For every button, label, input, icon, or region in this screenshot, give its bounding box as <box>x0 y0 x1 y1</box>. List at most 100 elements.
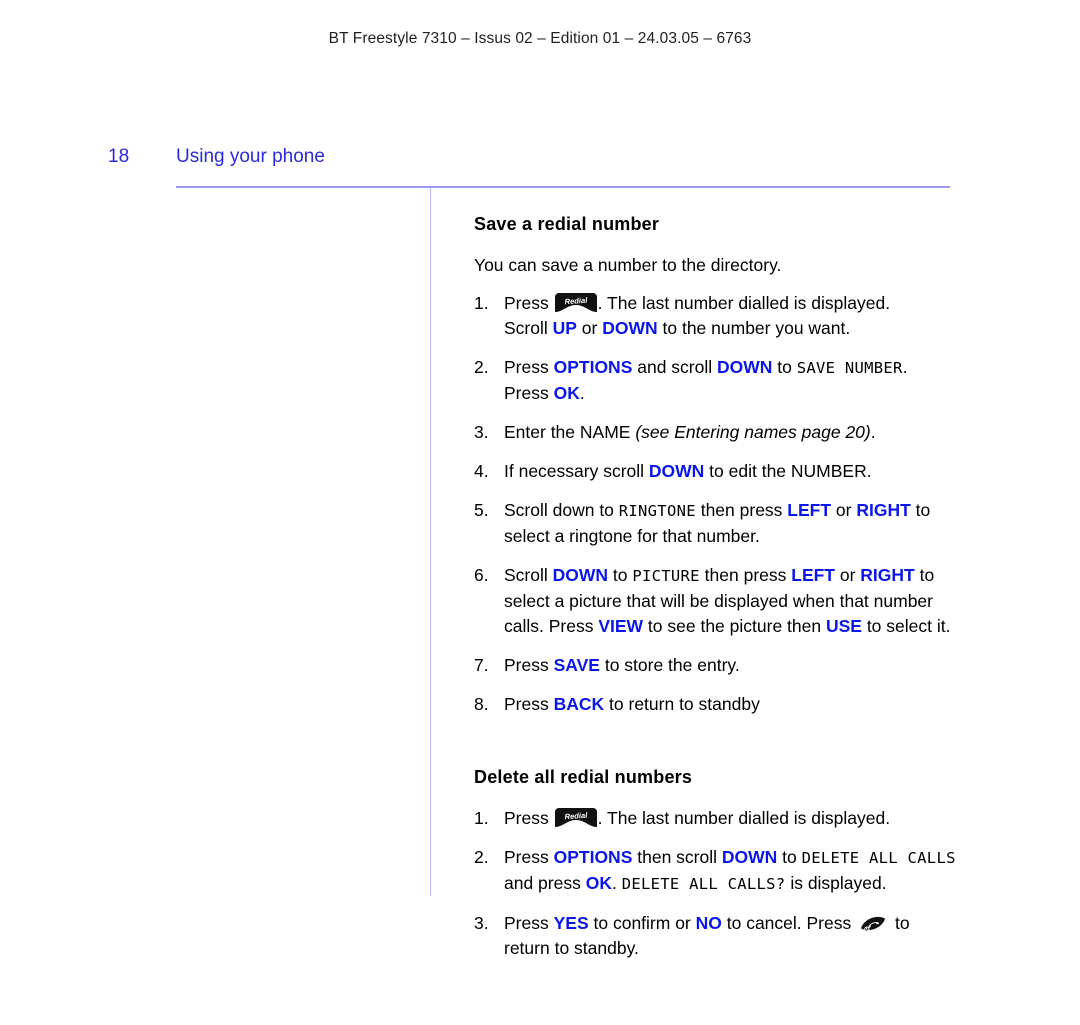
key-name: VIEW <box>598 616 644 636</box>
step-list: 1. Press Redial . The last number dialled … <box>474 291 974 717</box>
page-title-row: 18 Using your phone <box>0 146 1080 174</box>
step-text: or <box>831 500 857 520</box>
step-text: . The last number dialled is displayed. <box>597 808 891 828</box>
step-text: . <box>902 357 908 377</box>
step-text: . <box>579 383 585 403</box>
step-number: 8. <box>474 694 489 714</box>
key-name: UP <box>552 318 577 338</box>
section-title: Using your phone <box>176 146 325 167</box>
step-text: to <box>890 913 910 933</box>
key-name: DOWN <box>721 847 778 867</box>
step-number: 5. <box>474 500 489 520</box>
display-text: DELETE ALL CALLS <box>801 849 956 867</box>
display-text: DELETE ALL CALLS? <box>621 875 786 893</box>
step-text: Press <box>504 655 554 675</box>
step-text: Press <box>504 808 554 828</box>
key-name: RIGHT <box>860 565 915 585</box>
step-number: 4. <box>474 461 489 481</box>
running-head: BT Freestyle 7310 – Issus 02 – Edition 0… <box>328 30 752 47</box>
display-text: SAVE NUMBER <box>796 359 903 377</box>
step-text: Enter the NAME <box>504 422 636 442</box>
key-name: DOWN <box>602 318 658 338</box>
step-item: 6. Scroll DOWN to PICTURE then press LEFT… <box>474 563 974 639</box>
step-item: 4. If necessary scroll DOWN to edit the N… <box>474 459 974 484</box>
step-number: 7. <box>474 655 489 675</box>
step-text: to see the picture then <box>643 616 826 636</box>
step-text: to edit the NUMBER. <box>704 461 872 481</box>
step-item: 8. Press BACK to return to standby <box>474 692 974 717</box>
step-text: return to standby. <box>504 938 639 958</box>
key-name: OK <box>585 873 612 893</box>
header-divider <box>176 186 950 188</box>
step-text: to the number you want. <box>657 318 851 338</box>
display-text: PICTURE <box>632 567 700 585</box>
step-number: 2. <box>474 847 489 867</box>
step-item: 1. Press Redial . The last number dialled … <box>474 291 974 341</box>
column-divider <box>430 188 431 896</box>
step-item: 5. Scroll down to RINGTONE then press LEF… <box>474 498 974 549</box>
step-text: Press <box>504 847 554 867</box>
step-number: 2. <box>474 357 489 377</box>
key-name: OPTIONS <box>553 847 633 867</box>
step-number: 3. <box>474 422 489 442</box>
step-text: and scroll <box>632 357 717 377</box>
section-intro: You can save a number to the directory. <box>474 255 782 275</box>
step-text: is displayed. <box>785 873 887 893</box>
step-number: 6. <box>474 565 489 585</box>
step-text: Scroll <box>504 318 553 338</box>
key-name: USE <box>825 616 862 636</box>
key-name: YES <box>553 913 589 933</box>
step-text: or <box>576 318 603 338</box>
step-number: 3. <box>474 913 489 933</box>
step-text: select a picture that will be displayed … <box>504 591 933 611</box>
key-name: BACK <box>553 694 605 714</box>
step-text: to <box>772 357 797 377</box>
step-text: calls. Press <box>504 616 599 636</box>
key-name: OPTIONS <box>553 357 633 377</box>
svg-text:Redial: Redial <box>564 296 588 307</box>
step-text: to store the entry. <box>599 655 740 675</box>
step-text: to select it. <box>861 616 951 636</box>
step-number: 1. <box>474 293 489 313</box>
step-text: to <box>777 847 802 867</box>
step-list: 1. Press Redial . The last number dialled … <box>474 806 974 961</box>
step-text: then press <box>695 500 788 520</box>
step-text: to <box>910 500 931 520</box>
key-name: DOWN <box>648 461 705 481</box>
page-number: 18 <box>108 146 130 167</box>
step-text: then scroll <box>632 847 722 867</box>
key-name: RIGHT <box>856 500 911 520</box>
step-text: or <box>835 565 861 585</box>
step-text: . <box>870 422 876 442</box>
step-text: to cancel. Press <box>721 913 857 933</box>
key-name: OK <box>553 383 580 403</box>
cross-reference: (see Entering names page 20) <box>635 422 871 442</box>
key-name: SAVE <box>553 655 600 675</box>
step-text: to <box>608 565 633 585</box>
section-heading: Save a redial number <box>474 214 660 234</box>
redial-key-icon: Redial <box>554 293 597 312</box>
step-text: Press <box>504 383 554 403</box>
end-call-key-icon <box>858 913 888 934</box>
step-item: 3. Press YES to confirm or NO to cancel. … <box>474 911 974 961</box>
step-text: Press <box>504 913 554 933</box>
step-item: 2. Press OPTIONS and scroll DOWN to SAVE … <box>474 355 974 406</box>
step-text: . <box>611 873 622 893</box>
step-item: 2. Press OPTIONS then scroll DOWN to DELE… <box>474 845 974 897</box>
step-text: Press <box>504 357 554 377</box>
key-name: LEFT <box>791 565 835 585</box>
step-text: to return to standby <box>604 694 760 714</box>
step-item: 3. Enter the NAME (see Entering names pag… <box>474 420 974 445</box>
display-text: RINGTONE <box>618 502 696 520</box>
step-text: Press <box>504 293 554 313</box>
key-name: LEFT <box>787 500 832 520</box>
step-number: 1. <box>474 808 489 828</box>
step-text: select a ringtone for that number. <box>504 526 760 546</box>
step-text: If necessary scroll <box>504 461 649 481</box>
step-text: to confirm or <box>588 913 696 933</box>
step-item: 1. Press Redial . The last number dialled … <box>474 806 974 831</box>
key-name: DOWN <box>552 565 609 585</box>
body-content: Save a redial number You can save a numbe… <box>474 214 974 975</box>
step-text: and press <box>504 873 586 893</box>
svg-text:Redial: Redial <box>564 811 588 822</box>
